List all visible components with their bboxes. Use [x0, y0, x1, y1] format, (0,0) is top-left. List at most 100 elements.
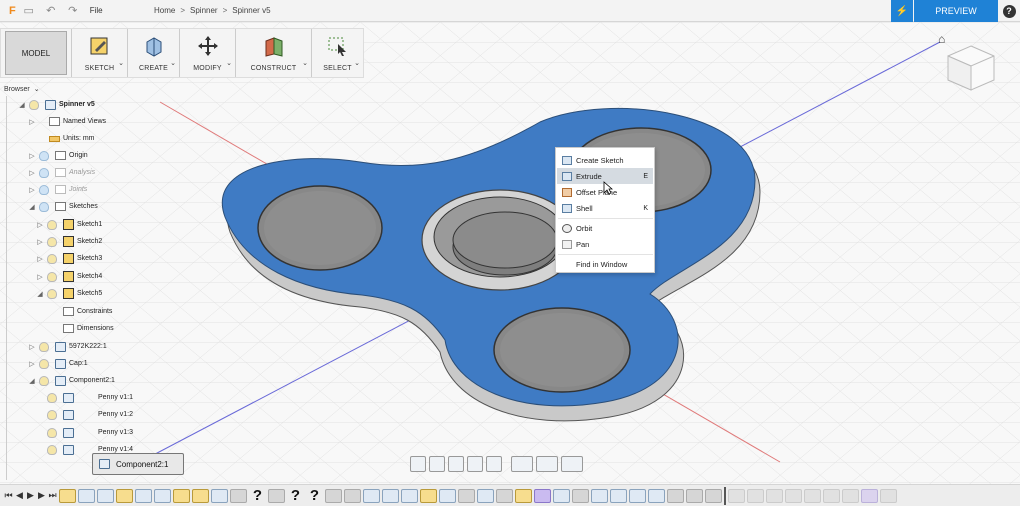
expand-triangle-icon[interactable]: ▷	[28, 343, 36, 351]
timeline-suppressed-feature[interactable]	[747, 488, 764, 503]
tree-item-5972k222[interactable]: ▷ 5972K222:1	[28, 338, 107, 355]
grid-snaps-icon[interactable]	[536, 456, 558, 472]
timeline-joint-feature[interactable]	[572, 488, 589, 503]
timeline-joint-feature[interactable]	[496, 488, 513, 503]
timeline-joint-feature[interactable]	[667, 488, 684, 503]
redo-icon[interactable]: ↷	[64, 2, 82, 20]
visibility-bulb-icon[interactable]	[29, 99, 39, 110]
display-settings-icon[interactable]	[511, 456, 533, 472]
timeline-feature[interactable]	[173, 488, 190, 503]
step-back-icon[interactable]: ◀	[15, 490, 24, 501]
timeline-sketch-feature[interactable]	[116, 488, 133, 503]
timeline-feature[interactable]	[439, 488, 456, 503]
timeline-feature[interactable]	[154, 488, 171, 503]
timeline-joint-feature[interactable]	[344, 488, 361, 503]
go-to-end-icon[interactable]: ⏭	[48, 490, 57, 501]
menu-item-find-in-window[interactable]: Find in Window	[557, 256, 653, 272]
look-at-icon[interactable]	[429, 456, 445, 472]
tree-item-dimensions[interactable]: Dimensions	[60, 320, 114, 337]
expand-triangle-icon[interactable]: ▷	[36, 221, 44, 229]
timeline-suppressed-feature[interactable]	[785, 488, 802, 503]
timeline-feature[interactable]	[534, 488, 551, 503]
construct-menu[interactable]: CONSTRUCT ⌄	[235, 29, 311, 77]
breadcrumb-project[interactable]: Spinner	[190, 6, 218, 15]
timeline-extrude-feature[interactable]	[78, 488, 95, 503]
modify-menu[interactable]: MODIFY ⌄	[179, 29, 235, 77]
visibility-bulb-icon[interactable]	[39, 201, 49, 212]
view-cube[interactable]	[944, 42, 998, 94]
timeline-sketch-feature[interactable]	[420, 488, 437, 503]
timeline-sketch-feature[interactable]	[515, 488, 532, 503]
timeline-suppressed-feature[interactable]	[842, 488, 859, 503]
go-to-start-icon[interactable]: ⏮	[4, 490, 13, 501]
tree-item-sketch4[interactable]: ▷ Sketch4	[36, 268, 102, 285]
tree-item-sketch1[interactable]: ▷ Sketch1	[36, 216, 102, 233]
collapse-triangle-icon[interactable]: ◢	[28, 377, 36, 385]
timeline-suppressed-feature[interactable]	[728, 488, 745, 503]
workspace-switcher[interactable]: MODEL	[5, 31, 67, 75]
tree-item-sketch3[interactable]: ▷ Sketch3	[36, 250, 102, 267]
tree-item-component2[interactable]: ◢ Component2:1	[28, 372, 115, 389]
timeline-suppressed-feature[interactable]	[861, 488, 878, 503]
expand-triangle-icon[interactable]: ▷	[28, 169, 36, 177]
timeline-joint-feature[interactable]	[325, 488, 342, 503]
visibility-bulb-icon[interactable]	[47, 236, 57, 247]
visibility-bulb-icon[interactable]	[47, 444, 57, 455]
timeline-suppressed-feature[interactable]	[804, 488, 821, 503]
menu-item-shell[interactable]: Shell K	[557, 200, 653, 216]
timeline-feature[interactable]	[97, 488, 114, 503]
collapse-triangle-icon[interactable]: ◢	[18, 101, 26, 109]
timeline-suppressed-feature[interactable]	[880, 488, 897, 503]
menu-item-pan[interactable]: Pan	[557, 236, 653, 252]
expand-triangle-icon[interactable]: ▷	[28, 186, 36, 194]
visibility-bulb-icon[interactable]	[39, 375, 49, 386]
timeline-feature[interactable]	[363, 488, 380, 503]
zoom-icon[interactable]	[467, 456, 483, 472]
play-icon[interactable]: ▶	[26, 490, 35, 501]
timeline-feature[interactable]	[135, 488, 152, 503]
file-menu[interactable]: File	[90, 6, 103, 15]
create-menu[interactable]: CREATE ⌄	[127, 29, 179, 77]
tree-item-sketch5[interactable]: ◢ Sketch5	[36, 285, 102, 302]
tree-item-sketch2[interactable]: ▷ Sketch2	[36, 233, 102, 250]
visibility-bulb-icon[interactable]	[47, 427, 57, 438]
tree-root[interactable]: ◢ Spinner v5	[18, 96, 95, 113]
save-icon[interactable]: ▭	[20, 2, 38, 20]
expand-triangle-icon[interactable]: ▷	[36, 238, 44, 246]
timeline-feature[interactable]	[648, 488, 665, 503]
visibility-bulb-icon[interactable]	[39, 184, 49, 195]
tree-item-named-views[interactable]: ▷ Named Views	[28, 113, 106, 130]
timeline-joint-feature[interactable]	[458, 488, 475, 503]
collapse-triangle-icon[interactable]: ◢	[28, 203, 36, 211]
timeline-sketch-feature[interactable]	[59, 488, 76, 503]
timeline-unknown-feature-icon[interactable]: ?	[306, 488, 323, 503]
tree-item-analysis[interactable]: ▷ Analysis	[28, 164, 95, 181]
menu-item-orbit[interactable]: Orbit	[557, 220, 653, 236]
viewports-icon[interactable]	[561, 456, 583, 472]
step-forward-icon[interactable]: ▶	[37, 490, 46, 501]
timeline-sketch-feature[interactable]	[192, 488, 209, 503]
tree-item-constraints[interactable]: Constraints	[60, 303, 112, 320]
tree-item-sketches[interactable]: ◢ Sketches	[28, 198, 98, 215]
pan-hand-icon[interactable]	[448, 456, 464, 472]
timeline-feature[interactable]	[211, 488, 228, 503]
tree-item-penny1[interactable]: Penny v1:1	[44, 389, 133, 406]
timeline-feature[interactable]	[477, 488, 494, 503]
expand-triangle-icon[interactable]: ▷	[28, 152, 36, 160]
visibility-bulb-icon[interactable]	[39, 167, 49, 178]
orbit-icon[interactable]	[410, 456, 426, 472]
timeline-feature[interactable]	[610, 488, 627, 503]
visibility-bulb-icon[interactable]	[39, 358, 49, 369]
timeline-joint-feature[interactable]	[268, 488, 285, 503]
visibility-bulb-icon[interactable]	[47, 288, 57, 299]
tree-item-penny2[interactable]: Penny v1:2	[44, 406, 133, 423]
visibility-bulb-icon[interactable]	[47, 219, 57, 230]
tree-item-origin[interactable]: ▷ Origin	[28, 147, 88, 164]
sketch-menu[interactable]: SKETCH ⌄	[71, 29, 127, 77]
pulse-icon[interactable]: ⚡	[891, 0, 913, 22]
timeline-joint-feature[interactable]	[686, 488, 703, 503]
timeline-joint-feature[interactable]	[230, 488, 247, 503]
expand-triangle-icon[interactable]: ▷	[36, 255, 44, 263]
timeline-unknown-feature-icon[interactable]: ?	[249, 488, 266, 503]
expand-triangle-icon[interactable]: ▷	[36, 273, 44, 281]
